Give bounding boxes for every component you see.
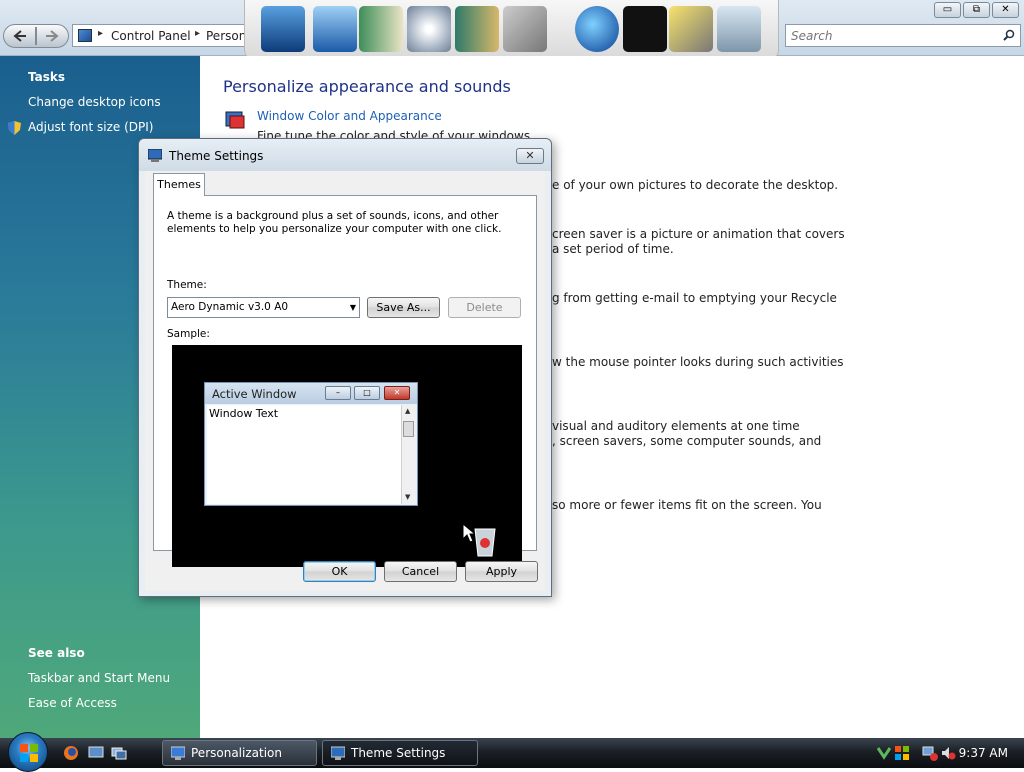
sample-window-body: Window Text ▲ ▼ bbox=[207, 405, 415, 504]
search-box[interactable] bbox=[785, 24, 1021, 47]
minimize-button[interactable]: ▭ bbox=[934, 2, 961, 18]
back-arrow-icon[interactable] bbox=[13, 30, 27, 42]
display-settings-desc: so more or fewer items fit on the screen… bbox=[552, 498, 822, 512]
search-icon[interactable] bbox=[1003, 29, 1015, 41]
back-forward-buttons[interactable] bbox=[3, 24, 69, 48]
system-tray: 9:37 AM bbox=[874, 738, 1024, 768]
theme-intro-text: A theme is a background plus a set of so… bbox=[167, 210, 502, 235]
theme-icon bbox=[331, 746, 345, 760]
taskbar-personalization-button[interactable]: Personalization bbox=[162, 740, 317, 766]
breadcrumb-control-panel[interactable]: Control Panel bbox=[111, 29, 191, 43]
windows-flag-icon[interactable] bbox=[894, 745, 910, 761]
tools-icon[interactable] bbox=[503, 6, 547, 52]
recycle-bin-icon bbox=[474, 528, 496, 557]
delete-button[interactable]: Delete bbox=[448, 297, 521, 318]
theme-desc-1: visual and auditory elements at one time bbox=[552, 419, 800, 433]
ok-button[interactable]: OK bbox=[303, 561, 376, 582]
globe-icon[interactable] bbox=[575, 6, 619, 52]
sidebar-link-taskbar-start-menu[interactable]: Taskbar and Start Menu bbox=[28, 671, 170, 685]
sample-maximize-icon: □ bbox=[354, 386, 380, 400]
breadcrumb-chevron-icon[interactable]: ▸ bbox=[98, 28, 103, 39]
shield-icon bbox=[8, 121, 21, 135]
see-also-heading: See also bbox=[28, 646, 85, 660]
dialog-titlebar[interactable]: Theme Settings ✕ bbox=[139, 139, 551, 171]
sample-minimize-icon: – bbox=[325, 386, 351, 400]
start-button[interactable] bbox=[8, 732, 48, 772]
sample-close-icon: ✕ bbox=[384, 386, 410, 400]
window-color-icon bbox=[225, 111, 245, 129]
dialog-body: Themes A theme is a background plus a se… bbox=[145, 171, 545, 591]
firefox-icon[interactable] bbox=[63, 745, 79, 761]
close-button[interactable]: ✕ bbox=[992, 2, 1019, 18]
forward-arrow-icon[interactable] bbox=[45, 30, 59, 42]
sidebar-link-ease-of-access[interactable]: Ease of Access bbox=[28, 696, 117, 710]
sample-scrollbar: ▲ ▼ bbox=[401, 405, 415, 504]
taskbar: Personalization Theme Settings 9:37 AM bbox=[0, 732, 1024, 772]
volume-muted-icon[interactable] bbox=[940, 745, 956, 761]
breadcrumb-chevron-icon[interactable]: ▸ bbox=[195, 28, 200, 39]
apply-button[interactable]: Apply bbox=[465, 561, 538, 582]
screen-saver-desc-1: creen saver is a picture or animation th… bbox=[552, 227, 845, 241]
sidebar-link-adjust-font-size[interactable]: Adjust font size (DPI) bbox=[28, 120, 153, 134]
theme-select[interactable]: Aero Dynamic v3.0 A0 ▼ bbox=[167, 297, 360, 318]
theme-icon bbox=[148, 149, 162, 162]
sample-window-titlebar: Active Window – □ ✕ bbox=[205, 383, 417, 404]
theme-label: Theme: bbox=[167, 279, 207, 291]
maximize-button[interactable]: ⧉ bbox=[963, 2, 990, 18]
control-panel-icon bbox=[78, 29, 92, 42]
recycle-bin-icon[interactable] bbox=[717, 6, 761, 52]
cancel-button[interactable]: Cancel bbox=[384, 561, 457, 582]
taskbar-theme-settings-button[interactable]: Theme Settings bbox=[322, 740, 478, 766]
taskbar-personalization-label: Personalization bbox=[191, 746, 282, 760]
window-color-appearance-link[interactable]: Window Color and Appearance bbox=[257, 109, 442, 123]
theme-desc-2: , screen savers, some computer sounds, a… bbox=[552, 434, 822, 448]
tasks-heading: Tasks bbox=[28, 70, 66, 84]
mouse-pointers-desc: w the mouse pointer looks during such ac… bbox=[552, 355, 844, 369]
sample-window-text: Window Text bbox=[209, 407, 279, 420]
sounds-desc: g from getting e-mail to emptying your R… bbox=[552, 291, 837, 305]
picture-icon[interactable] bbox=[455, 6, 499, 52]
document-icon[interactable] bbox=[359, 6, 403, 52]
scroll-up-icon: ▲ bbox=[405, 407, 411, 415]
taskbar-theme-settings-label: Theme Settings bbox=[351, 746, 446, 760]
desktop-background-desc: e of your own pictures to decorate the d… bbox=[552, 178, 839, 192]
network-icon[interactable] bbox=[922, 745, 938, 761]
sidebar-link-change-desktop-icons[interactable]: Change desktop icons bbox=[28, 95, 161, 109]
wand-icon[interactable] bbox=[669, 6, 713, 52]
disc-icon[interactable] bbox=[407, 6, 451, 52]
theme-settings-dialog: Theme Settings ✕ Themes A theme is a bac… bbox=[138, 138, 552, 597]
page-title: Personalize appearance and sounds bbox=[223, 77, 511, 96]
dialog-title: Theme Settings bbox=[169, 149, 264, 163]
scroll-thumb bbox=[403, 421, 414, 437]
themes-tab-panel: A theme is a background plus a set of so… bbox=[153, 195, 537, 567]
personalization-icon bbox=[171, 746, 185, 760]
sample-label: Sample: bbox=[167, 328, 210, 340]
dialog-close-button[interactable]: ✕ bbox=[516, 148, 544, 164]
theme-select-value: Aero Dynamic v3.0 A0 bbox=[171, 301, 289, 313]
monitor-icon[interactable] bbox=[261, 6, 305, 52]
tab-themes[interactable]: Themes bbox=[153, 173, 205, 196]
tshirt-icon[interactable] bbox=[623, 6, 667, 52]
dock-bar bbox=[244, 0, 779, 60]
sample-active-window: Active Window – □ ✕ Window Text ▲ ▼ bbox=[204, 382, 418, 506]
search-input[interactable] bbox=[791, 29, 991, 43]
scroll-down-icon: ▼ bbox=[405, 493, 411, 501]
windows-logo-icon bbox=[20, 744, 38, 762]
computer-icon[interactable] bbox=[313, 6, 357, 52]
sample-window-title: Active Window bbox=[212, 387, 297, 401]
security-center-icon[interactable] bbox=[876, 745, 892, 761]
show-desktop-icon[interactable] bbox=[88, 745, 104, 761]
save-as-button[interactable]: Save As... bbox=[367, 297, 440, 318]
screen-saver-desc-2: a set period of time. bbox=[552, 242, 674, 256]
chevron-down-icon[interactable]: ▼ bbox=[350, 298, 356, 317]
switch-windows-icon[interactable] bbox=[111, 745, 127, 761]
theme-sample-preview: Active Window – □ ✕ Window Text ▲ ▼ bbox=[172, 345, 522, 567]
clock[interactable]: 9:37 AM bbox=[959, 746, 1008, 760]
